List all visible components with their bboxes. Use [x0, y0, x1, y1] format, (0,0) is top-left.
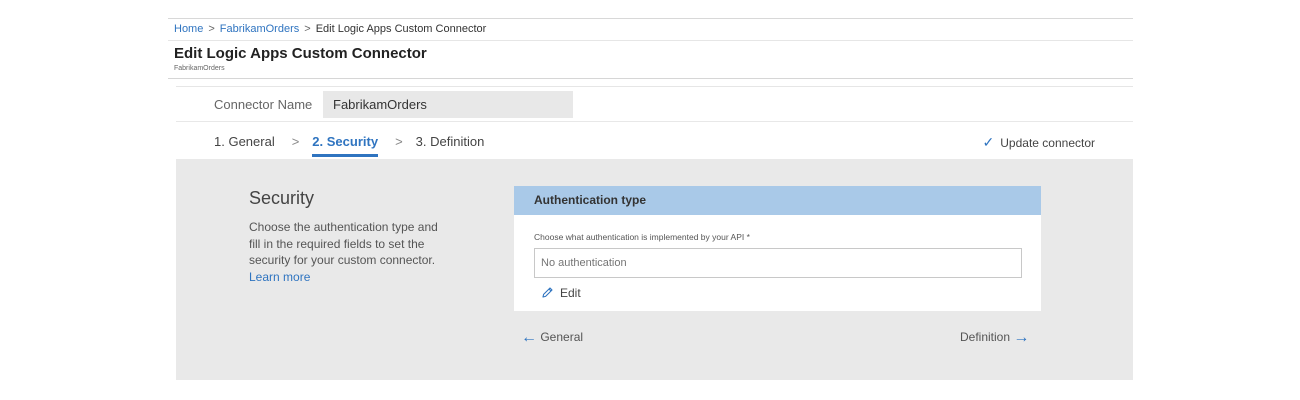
- title-divider-secondary: [176, 86, 1133, 87]
- security-description: Choose the authentication type and fill …: [249, 219, 439, 285]
- previous-step-label: General: [540, 330, 584, 344]
- update-connector-label: Update connector: [1000, 136, 1095, 150]
- checkmark-icon: ✓: [982, 134, 995, 150]
- authentication-type-input[interactable]: [534, 248, 1022, 278]
- breadcrumb-home[interactable]: Home: [174, 23, 203, 35]
- top-divider: [168, 18, 1133, 19]
- edit-button[interactable]: Edit: [541, 286, 581, 300]
- breadcrumb-divider: [168, 40, 1133, 41]
- security-panel: Security Choose the authentication type …: [176, 159, 1133, 380]
- learn-more-link[interactable]: Learn more: [249, 270, 310, 284]
- authentication-card: Authentication type Choose what authenti…: [514, 186, 1041, 311]
- edit-label: Edit: [560, 286, 581, 300]
- connector-name-label: Connector Name: [214, 97, 313, 112]
- arrow-left-icon: ←: [521, 329, 537, 346]
- next-step-button[interactable]: Definition →: [960, 329, 1029, 347]
- tab-security[interactable]: 2. Security: [312, 134, 378, 157]
- next-step-label: Definition: [960, 330, 1011, 344]
- connector-editor: Home > FabrikamOrders > Edit Logic Apps Cust…: [168, 18, 1133, 380]
- title-divider: [168, 78, 1133, 79]
- breadcrumb-current: Edit Logic Apps Custom Connector: [315, 23, 487, 35]
- authentication-field-label: Choose what authentication is implemente…: [534, 232, 750, 242]
- chevron-right-icon: >: [291, 134, 300, 149]
- update-connector-button[interactable]: ✓ Update connector: [983, 134, 1095, 151]
- security-title: Security: [249, 188, 315, 208]
- page-subtitle: FabrikamOrders: [174, 65, 225, 72]
- security-description-text: Choose the authentication type and fill …: [249, 220, 438, 267]
- breadcrumb-fabrikamorders[interactable]: FabrikamOrders: [220, 23, 299, 35]
- chevron-right-icon: >: [395, 134, 403, 149]
- wizard-steps: 1. General >2. Security >3. Definition: [214, 134, 485, 157]
- tab-general[interactable]: 1. General: [214, 134, 275, 149]
- breadcrumb-separator: >: [304, 23, 311, 35]
- authentication-type-header: Authentication type: [514, 186, 1041, 215]
- page-title: Edit Logic Apps Custom Connector: [174, 45, 427, 62]
- pencil-icon: [542, 287, 553, 298]
- breadcrumb-separator: >: [208, 23, 215, 35]
- connector-name-input[interactable]: [323, 91, 573, 118]
- tab-definition[interactable]: 3. Definition: [416, 134, 485, 149]
- arrow-right-icon: →: [1013, 329, 1030, 346]
- previous-step-button[interactable]: ← General: [521, 329, 583, 347]
- connector-name-divider: [176, 121, 1133, 122]
- breadcrumb: Home > FabrikamOrders > Edit Logic Apps Cust…: [174, 23, 486, 35]
